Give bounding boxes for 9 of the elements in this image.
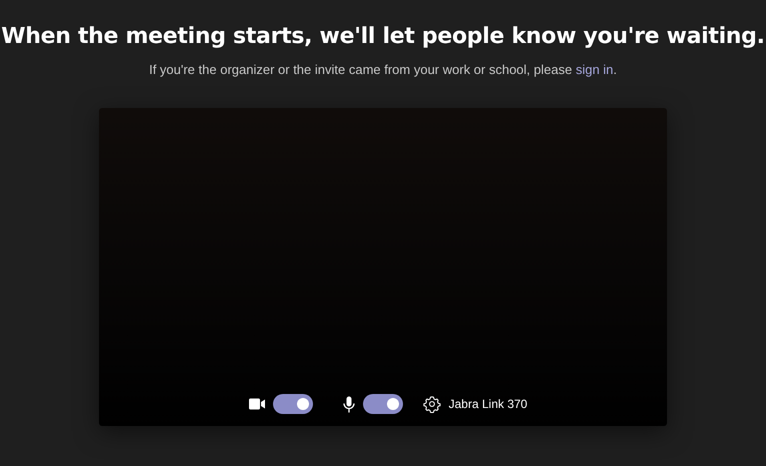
device-settings-button[interactable]: Jabra Link 370 (422, 395, 528, 413)
heading: When the meeting starts, we'll let people know you're waiting. (1, 24, 765, 49)
sign-in-prompt: If you're the organizer or the invite came from your work or school, please sign in. (149, 62, 617, 77)
settings-icon (422, 395, 441, 413)
camera-icon (248, 398, 265, 410)
sign-in-link[interactable]: sign in (576, 62, 614, 77)
camera-toggle[interactable] (272, 394, 313, 414)
microphone-icon (342, 396, 355, 412)
microphone-toggle[interactable] (362, 394, 403, 414)
